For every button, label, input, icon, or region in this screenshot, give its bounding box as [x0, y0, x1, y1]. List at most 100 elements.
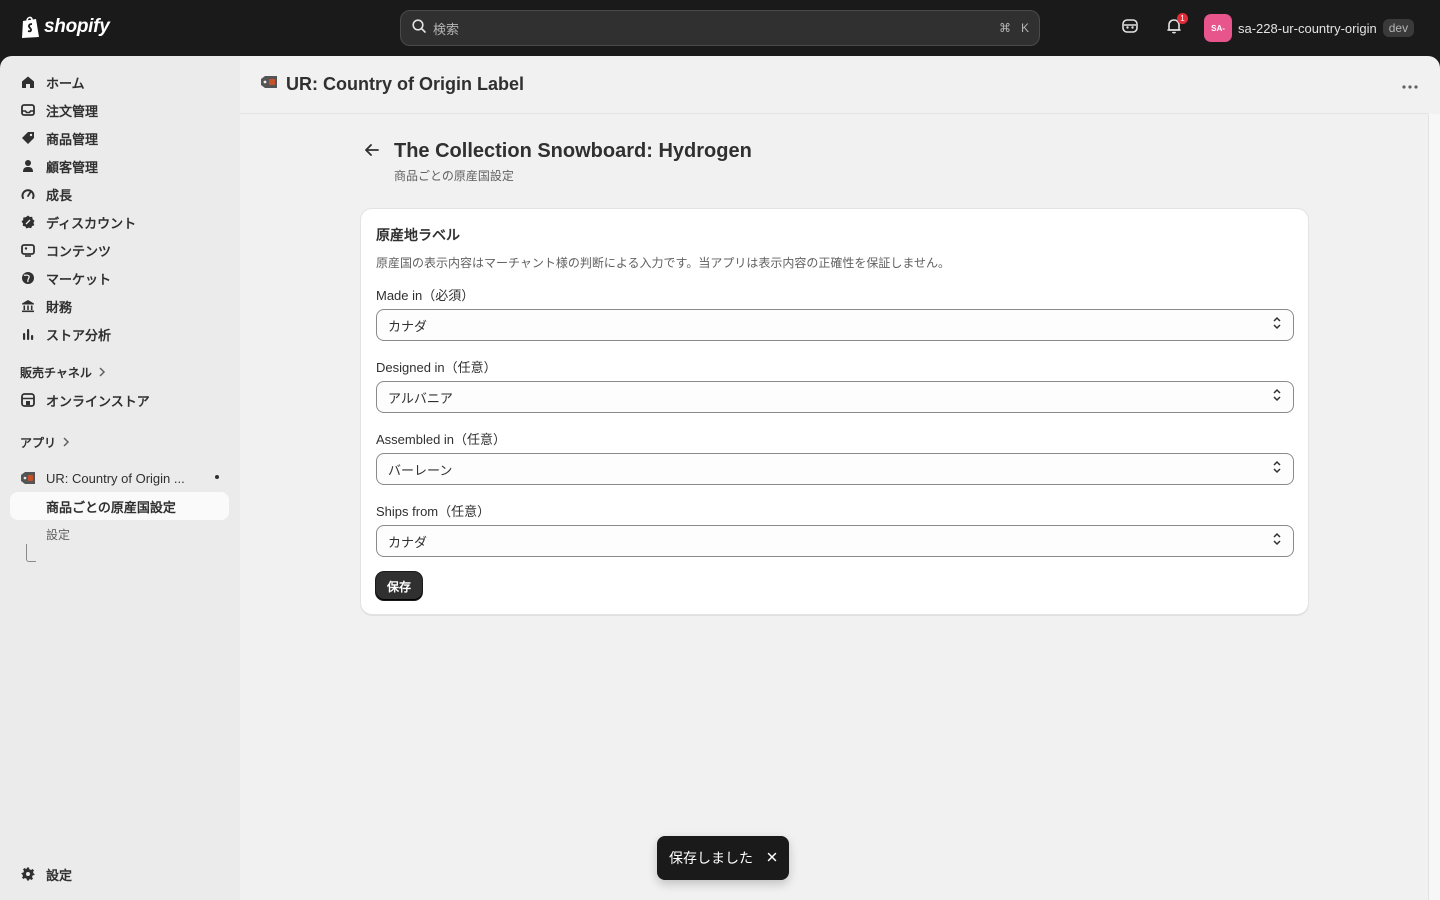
toast-notification: 保存しました [657, 836, 789, 880]
sidebar-item-discounts[interactable]: ディスカウント [10, 208, 229, 236]
sidebar: ホーム 注文管理 商品管理 顧客管理 成長 ディスカウント コンテンツ マーケッ… [0, 56, 240, 900]
save-button[interactable]: 保存 [376, 572, 423, 600]
top-bar: shopify 検索 ⌘ K 1 SA- sa-228-ur-country-o… [0, 0, 1440, 56]
card-title: 原産地ラベル [376, 227, 460, 243]
dev-badge: dev [1382, 19, 1415, 37]
sidebar-item-home[interactable]: ホーム [10, 68, 229, 96]
sidebar-item-label: コンテンツ [46, 243, 112, 259]
search-placeholder: 検索 [433, 21, 460, 37]
sidebar-item-content[interactable]: コンテンツ [10, 236, 229, 264]
sidebar-item-orders[interactable]: 注文管理 [10, 96, 229, 124]
store-switcher[interactable]: SA- sa-228-ur-country-origin dev [1204, 14, 1415, 42]
shopify-logo[interactable]: shopify [20, 15, 110, 39]
sidebar-item-label: 設定 [46, 867, 73, 883]
sidebar-item-label: マーケット [46, 271, 112, 287]
made-in-field: Made in（必須） カナダ [376, 285, 1294, 341]
field-label: Designed in（任意） [376, 360, 497, 375]
sidebar-subitem-settings[interactable]: 設定 [10, 520, 229, 548]
sidebar-item-label: 商品管理 [46, 131, 99, 147]
sidebar-item-label: 顧客管理 [46, 159, 99, 175]
sidebar-item-label: ホーム [46, 75, 85, 91]
notifications-button[interactable]: 1 [1162, 13, 1188, 40]
arrow-left-icon [365, 143, 379, 161]
avatar: SA- [1204, 14, 1232, 42]
close-icon[interactable] [767, 849, 777, 867]
sidebar-subitem-per-product[interactable]: 商品ごとの原産国設定 [10, 492, 229, 520]
sidebar-item-customers[interactable]: 顧客管理 [10, 152, 229, 180]
sidebar-item-products[interactable]: 商品管理 [10, 124, 229, 152]
tag-icon [20, 130, 36, 146]
select-chevron-icon [1272, 532, 1282, 551]
designed-in-select[interactable]: アルバニア [376, 381, 1294, 413]
made-in-select[interactable]: カナダ [376, 309, 1294, 341]
sidebar-item-label: ディスカウント [46, 215, 137, 231]
select-chevron-icon [1272, 316, 1282, 335]
origin-label-card: 原産地ラベル 原産国の表示内容はマーチャント様の判断による入力です。当アプリは表… [360, 208, 1309, 615]
search-icon [411, 18, 427, 39]
person-icon [20, 158, 36, 174]
sidebar-item-label: UR: Country of Origin ... [46, 470, 185, 486]
ellipsis-icon [1402, 76, 1418, 93]
card-description: 原産国の表示内容はマーチャント様の判断による入力です。当アプリは表示内容の正確性… [376, 256, 950, 270]
sidekick-icon [1121, 17, 1139, 40]
sidebar-item-app[interactable]: UR: Country of Origin ... [10, 464, 229, 492]
back-button[interactable] [362, 142, 382, 162]
select-chevron-icon [1272, 460, 1282, 479]
app-header: UR: Country of Origin Label [240, 56, 1428, 114]
scrollbar-track [1428, 114, 1440, 900]
sidebar-item-label: 財務 [46, 299, 73, 315]
sales-channels-heading[interactable]: 販売チャネル [20, 364, 106, 381]
chart-bar-icon [20, 326, 36, 342]
app-label-icon [20, 470, 36, 486]
sidebar-item-growth[interactable]: 成長 [10, 180, 229, 208]
sidebar-item-markets[interactable]: マーケット [10, 264, 229, 292]
field-label: Made in（必須） [376, 288, 475, 303]
field-label: Ships from（任意） [376, 504, 491, 519]
sidebar-item-settings[interactable]: 設定 [10, 860, 229, 888]
select-value: カナダ [388, 534, 428, 550]
sidebar-item-online-store[interactable]: オンラインストア [10, 386, 229, 414]
sidebar-item-label: ストア分析 [46, 327, 112, 343]
page-header: The Collection Snowboard: Hydrogen 商品ごとの… [362, 140, 752, 184]
field-label: Assembled in（任意） [376, 432, 507, 447]
main-area: UR: Country of Origin Label The Collecti… [240, 56, 1440, 900]
discount-icon [20, 214, 36, 230]
select-value: カナダ [388, 318, 428, 334]
gauge-icon [20, 186, 36, 202]
app-title: UR: Country of Origin Label [286, 74, 524, 94]
page-title: The Collection Snowboard: Hydrogen [394, 140, 752, 162]
search-bar[interactable]: 検索 ⌘ K [400, 10, 1040, 46]
store-name: sa-228-ur-country-origin [1238, 20, 1377, 36]
assembled-in-select[interactable]: バーレーン [376, 453, 1294, 485]
content-icon [20, 242, 36, 258]
apps-label: アプリ [20, 436, 57, 450]
inbox-icon [20, 102, 36, 118]
sidebar-item-label: オンラインストア [46, 393, 150, 409]
more-actions-button[interactable] [1402, 76, 1418, 94]
shortcut-cmd: ⌘ [998, 21, 1011, 35]
shopify-bag-icon [20, 15, 40, 39]
sidebar-item-label: 注文管理 [46, 103, 99, 119]
sidebar-item-label: 成長 [46, 187, 73, 203]
chevron-right-icon [98, 366, 106, 380]
app-label-icon [260, 75, 278, 94]
select-value: バーレーン [388, 462, 453, 478]
sidebar-item-analytics[interactable]: ストア分析 [10, 320, 229, 348]
ships-from-select[interactable]: カナダ [376, 525, 1294, 557]
apps-heading[interactable]: アプリ [20, 434, 70, 451]
chevron-right-icon [62, 436, 70, 450]
home-icon [20, 74, 36, 90]
bank-icon [20, 298, 36, 314]
ships-from-field: Ships from（任意） カナダ [376, 501, 1294, 557]
pin-dot-icon [215, 475, 219, 479]
sales-channels-label: 販売チャネル [20, 366, 92, 380]
designed-in-field: Designed in（任意） アルバニア [376, 357, 1294, 413]
notification-count-badge: 1 [1177, 13, 1188, 24]
select-value: アルバニア [388, 390, 453, 406]
select-chevron-icon [1272, 388, 1282, 407]
shortcut-key: K [1020, 21, 1029, 35]
globe-icon [20, 270, 36, 286]
toast-message: 保存しました [669, 850, 753, 866]
sidekick-button[interactable] [1118, 16, 1142, 40]
sidebar-item-finance[interactable]: 財務 [10, 292, 229, 320]
